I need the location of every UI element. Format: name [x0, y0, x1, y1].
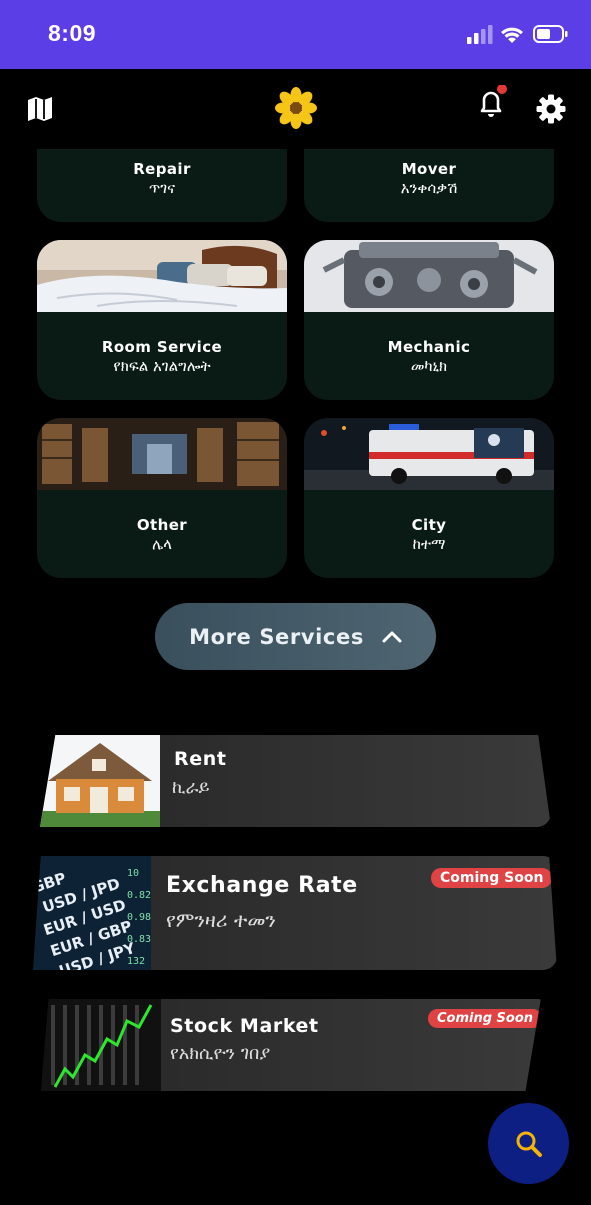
service-subtitle: ከተማ	[412, 535, 446, 553]
service-title: Room Service	[101, 338, 223, 356]
mechanic-image	[304, 240, 554, 312]
other-image	[37, 418, 287, 490]
feature-subtitle: ኪራይ	[172, 777, 210, 798]
feature-subtitle: የአክሲዮን ገበያ	[170, 1043, 271, 1064]
service-subtitle: ጥገና	[148, 179, 176, 197]
service-card-other[interactable]: Other ሌላ	[37, 418, 287, 578]
coming-soon-badge: Coming Soon	[431, 868, 553, 888]
status-time: 8:09	[48, 20, 97, 46]
chevron-up-icon	[382, 631, 402, 642]
notification-dot	[497, 85, 507, 94]
svg-text:0.83: 0.83	[127, 934, 151, 945]
svg-text:0.98: 0.98	[127, 912, 151, 923]
sunflower-logo	[275, 87, 317, 129]
feature-card-exchange-rate[interactable]: GBP USD / JPD EUR / USD EUR / GBP USD / …	[33, 856, 557, 970]
feature-subtitle: የምንዛሪ ተመን	[166, 908, 276, 932]
feature-card-stock-market[interactable]: Stock Market የአክሲዮን ገበያ Coming Soon	[41, 999, 541, 1091]
map-icon[interactable]	[26, 95, 54, 123]
service-subtitle: መካኒክ	[410, 357, 448, 375]
service-card-city[interactable]: City ከተማ	[304, 418, 554, 578]
service-subtitle: ሌላ	[152, 535, 172, 553]
status-bar: 8:09	[0, 0, 591, 69]
room-service-image	[37, 240, 287, 312]
more-services-label: More Services	[189, 624, 364, 649]
more-services-button[interactable]: More Services	[155, 603, 436, 670]
feature-title: Stock Market	[170, 1015, 319, 1037]
stock-market-image	[41, 999, 161, 1091]
service-subtitle: የክፍል አገልግሎት	[113, 357, 211, 375]
service-title: City	[411, 516, 447, 534]
svg-text:10: 10	[127, 868, 139, 879]
house-image	[40, 735, 160, 827]
gear-icon[interactable]	[536, 94, 566, 124]
service-card-repair[interactable]: Repair ጥገና	[37, 149, 287, 222]
search-icon	[516, 1131, 542, 1157]
city-image	[304, 418, 554, 490]
service-title: Repair	[133, 160, 191, 178]
coming-soon-badge: Coming Soon	[428, 1009, 541, 1028]
signal-icon	[467, 25, 493, 44]
service-title: Mechanic	[387, 338, 471, 356]
feature-card-rent[interactable]: Rent ኪራይ	[40, 735, 551, 827]
service-card-mechanic[interactable]: Mechanic መካኒክ	[304, 240, 554, 400]
feature-title: Exchange Rate	[166, 873, 358, 898]
service-subtitle: አንቀሳቃሽ	[400, 179, 458, 197]
wifi-icon	[501, 27, 523, 43]
app-header	[0, 69, 591, 149]
exchange-rate-image: GBP USD / JPD EUR / USD EUR / GBP USD / …	[33, 856, 151, 970]
service-card-room-service[interactable]: Room Service የክፍል አገልግሎት	[37, 240, 287, 400]
search-fab[interactable]	[488, 1103, 569, 1184]
bell-icon[interactable]	[473, 85, 509, 121]
svg-text:132: 132	[127, 956, 145, 967]
feature-title: Rent	[174, 748, 227, 770]
svg-text:0.82: 0.82	[127, 890, 151, 901]
service-title: Mover	[401, 160, 457, 178]
service-card-mover[interactable]: Mover አንቀሳቃሽ	[304, 149, 554, 222]
service-title: Other	[136, 516, 188, 534]
battery-icon	[533, 25, 568, 43]
